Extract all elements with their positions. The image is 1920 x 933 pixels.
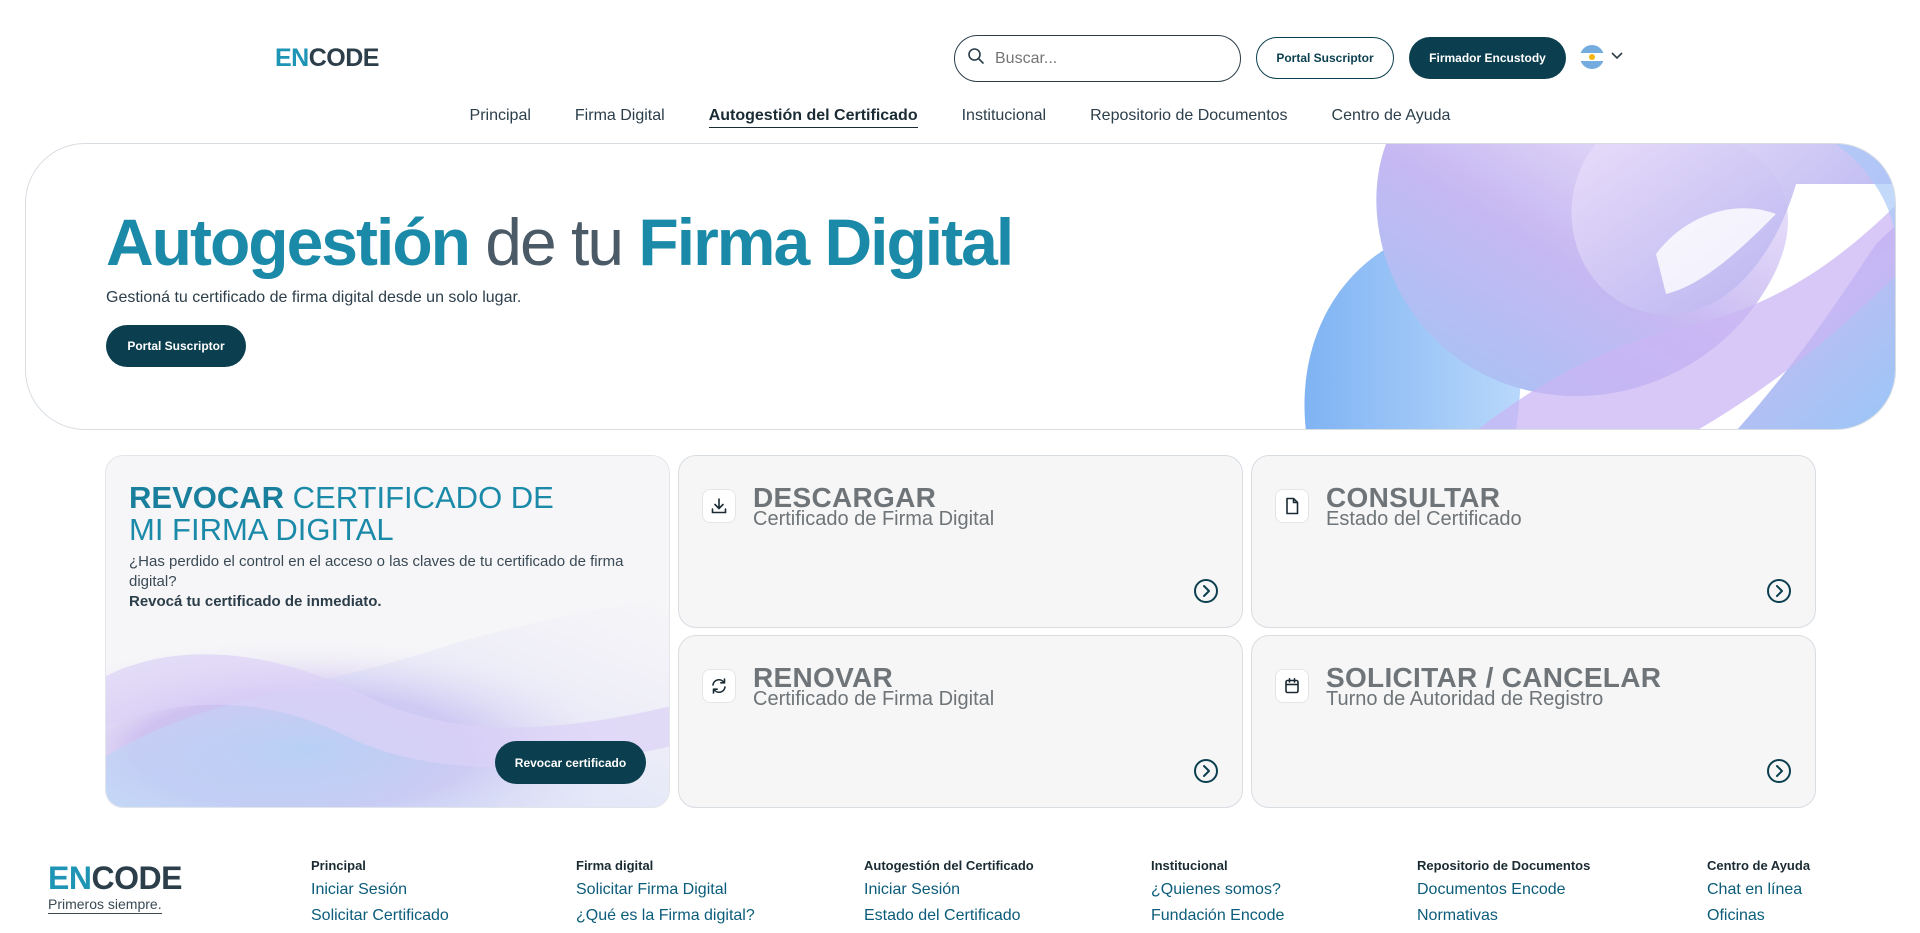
revoke-title-bold: REVOCAR xyxy=(129,480,285,515)
logo-en: EN xyxy=(275,44,309,72)
card-descargar[interactable]: DESCARGAR Certificado de Firma Digital xyxy=(678,455,1243,628)
revoke-card: REVOCAR CERTIFICADO DE MI FIRMA DIGITAL … xyxy=(105,455,670,808)
search-icon xyxy=(967,47,985,70)
search-input[interactable] xyxy=(995,49,1215,68)
footer-column-firma-digital: Firma digital Solicitar Firma Digital ¿Q… xyxy=(576,858,755,933)
logo-code: CODE xyxy=(308,44,380,72)
footer-link[interactable]: Oficinas xyxy=(1707,907,1810,925)
footer-logo[interactable]: ENCODE xyxy=(48,860,182,897)
footer-heading: Autogestión del Certificado xyxy=(864,858,1034,873)
nav-autogestion[interactable]: Autogestión del Certificado xyxy=(708,107,918,128)
nav-centro-ayuda[interactable]: Centro de Ayuda xyxy=(1332,107,1451,128)
download-icon xyxy=(702,489,736,523)
footer-logo-en: EN xyxy=(48,860,92,896)
footer-link[interactable]: Estado del Certificado xyxy=(864,907,1034,925)
encode-logo[interactable]: ENCODE xyxy=(275,44,379,73)
footer-heading: Centro de Ayuda xyxy=(1707,858,1811,873)
card-descargar-subtitle: Certificado de Firma Digital xyxy=(753,508,995,530)
card-consultar-subtitle: Estado del Certificado xyxy=(1326,508,1522,530)
hero-title: Autogestión de tu Firma Digital xyxy=(106,204,1014,280)
footer-link[interactable]: Iniciar Sesión xyxy=(864,881,1034,899)
main-nav: Principal Firma Digital Autogestión del … xyxy=(0,107,1920,128)
hero-abstract-art xyxy=(1304,144,1895,429)
nav-repositorio[interactable]: Repositorio de Documentos xyxy=(1090,107,1287,128)
footer-link[interactable]: Solicitar Firma Digital xyxy=(576,881,755,899)
footer-column-repositorio: Repositorio de Documentos Documentos Enc… xyxy=(1417,858,1590,933)
footer-link[interactable]: Documentos Encode xyxy=(1417,881,1590,899)
card-renovar[interactable]: RENOVAR Certificado de Firma Digital xyxy=(678,635,1243,808)
chevron-down-icon xyxy=(1610,48,1624,66)
revoke-title: REVOCAR CERTIFICADO DE MI FIRMA DIGITAL xyxy=(129,482,589,546)
footer-link[interactable]: Normativas xyxy=(1417,907,1590,925)
footer-column-centro-ayuda: Centro de Ayuda Chat en línea Oficinas xyxy=(1707,858,1810,933)
hero-portal-button[interactable]: Portal Suscriptor xyxy=(106,325,246,367)
hero-title-part3: Firma Digital xyxy=(638,205,1014,279)
card-solicitar-subtitle: Turno de Autoridad de Registro xyxy=(1326,688,1604,710)
footer-link[interactable]: ¿Quienes somos? xyxy=(1151,881,1284,899)
arrow-circle-right-icon[interactable] xyxy=(1193,758,1219,784)
refresh-icon xyxy=(702,669,736,703)
language-selector[interactable] xyxy=(1580,45,1624,69)
footer-heading: Repositorio de Documentos xyxy=(1417,858,1591,873)
argentina-flag-icon xyxy=(1580,45,1604,69)
hero-banner: Autogestión de tu Firma Digital Gestioná… xyxy=(25,143,1896,430)
footer-column-principal: Principal Iniciar Sesión Solicitar Certi… xyxy=(311,858,449,933)
document-icon xyxy=(1275,489,1309,523)
card-renovar-subtitle: Certificado de Firma Digital xyxy=(753,688,995,710)
hero-title-part2: de tu xyxy=(468,205,639,279)
arrow-circle-right-icon[interactable] xyxy=(1766,758,1792,784)
footer-link[interactable]: Chat en línea xyxy=(1707,881,1810,899)
footer-heading: Institucional xyxy=(1151,858,1228,873)
nav-principal[interactable]: Principal xyxy=(470,107,531,128)
arrow-circle-right-icon[interactable] xyxy=(1766,578,1792,604)
firmador-encustody-button[interactable]: Firmador Encustody xyxy=(1409,37,1566,79)
footer-column-institucional: Institucional ¿Quienes somos? Fundación … xyxy=(1151,858,1284,933)
revoke-strong-text: Revocá tu certificado de inmediato. xyxy=(129,593,382,610)
hero-title-part1: Autogestión xyxy=(106,205,471,279)
footer-link[interactable]: Iniciar Sesión xyxy=(311,881,449,899)
revoke-description: ¿Has perdido el control en el acceso o l… xyxy=(129,553,624,590)
card-consultar[interactable]: CONSULTAR Estado del Certificado xyxy=(1251,455,1816,628)
nav-firma-digital[interactable]: Firma Digital xyxy=(575,107,665,128)
footer-link[interactable]: ¿Qué es la Firma digital? xyxy=(576,907,755,925)
revoke-certificate-button[interactable]: Revocar certificado xyxy=(495,741,646,784)
footer-heading: Firma digital xyxy=(576,858,654,873)
footer-link[interactable]: Fundación Encode xyxy=(1151,907,1284,925)
arrow-circle-right-icon[interactable] xyxy=(1193,578,1219,604)
search-box[interactable] xyxy=(954,35,1241,82)
footer-heading: Principal xyxy=(311,858,366,873)
footer-column-autogestion: Autogestión del Certificado Iniciar Sesi… xyxy=(864,858,1034,933)
footer-tagline: Primeros siempre. xyxy=(48,896,162,914)
nav-institucional[interactable]: Institucional xyxy=(962,107,1047,128)
card-solicitar-cancelar[interactable]: SOLICITAR / CANCELAR Turno de Autoridad … xyxy=(1251,635,1816,808)
calendar-icon xyxy=(1275,669,1309,703)
footer-logo-code: CODE xyxy=(91,860,182,896)
portal-suscriptor-button[interactable]: Portal Suscriptor xyxy=(1256,37,1394,79)
hero-subtitle: Gestioná tu certificado de firma digital… xyxy=(106,289,522,306)
footer-link[interactable]: Solicitar Certificado xyxy=(311,907,449,925)
